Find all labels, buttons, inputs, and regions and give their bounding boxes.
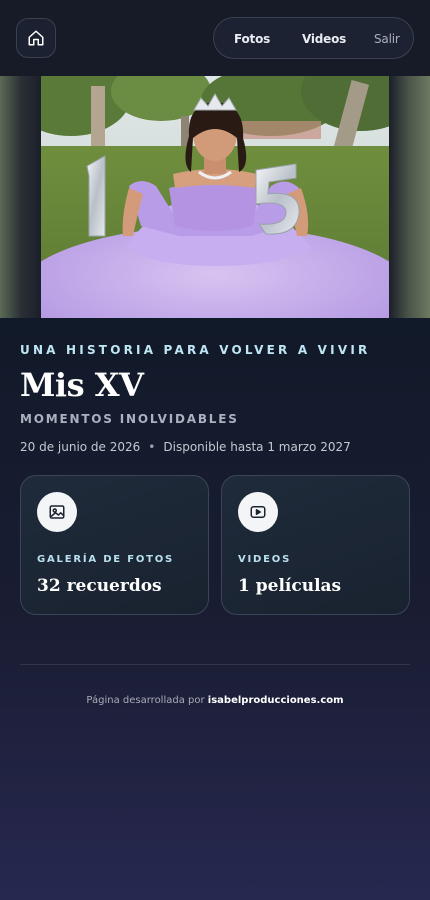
nav-videos-link[interactable]: Videos — [302, 32, 346, 46]
play-icon — [238, 492, 278, 532]
hero-section — [0, 76, 430, 318]
photo-gallery-label: GALERÍA DE FOTOS — [37, 554, 175, 565]
event-date: 20 de junio de 2026 — [20, 440, 141, 454]
image-icon — [37, 492, 77, 532]
video-count: 1 películas — [238, 576, 342, 596]
event-meta: 20 de junio de 2026 • Disponible hasta 1… — [20, 440, 351, 454]
meta-separator: • — [148, 440, 156, 454]
videos-card[interactable]: VIDEOS 1 películas — [221, 475, 410, 615]
top-bar: Fotos Videos Salir — [0, 0, 430, 76]
footer-prefix: Página desarrollada por — [86, 695, 205, 706]
photo-gallery-card[interactable]: GALERÍA DE FOTOS 32 recuerdos — [20, 475, 209, 615]
nav-salir-link[interactable]: Salir — [374, 32, 400, 46]
footer-divider — [20, 664, 410, 665]
event-eyebrow: UNA HISTORIA PARA VOLVER A VIVIR — [20, 343, 371, 357]
home-button[interactable] — [16, 18, 56, 58]
photo-count: 32 recuerdos — [37, 576, 162, 596]
footer-brand-link[interactable]: isabelproducciones.com — [208, 695, 344, 706]
nav-fotos-link[interactable]: Fotos — [234, 32, 270, 46]
videos-label: VIDEOS — [238, 554, 292, 565]
nav-pill: Fotos Videos Salir — [213, 17, 414, 59]
home-icon — [28, 30, 44, 46]
event-availability: Disponible hasta 1 marzo 2027 — [163, 440, 351, 454]
event-title: Mis XV — [20, 366, 144, 404]
hero-photo — [41, 76, 389, 318]
footer: Página desarrollada por isabelproduccion… — [0, 695, 430, 706]
event-subtitle: MOMENTOS INOLVIDABLES — [20, 412, 239, 426]
